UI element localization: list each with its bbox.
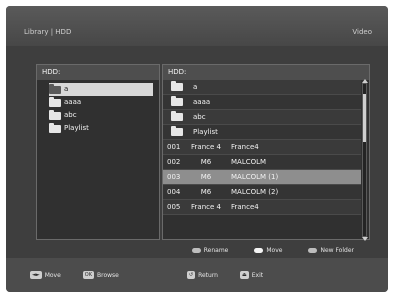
mode-label: Video: [352, 28, 372, 36]
footer-move-label: Move: [44, 271, 61, 279]
folder-tree-title: HDD:: [37, 65, 159, 80]
recording-number: 001: [167, 142, 181, 151]
footer-browse[interactable]: OK Browse: [82, 271, 119, 279]
footer-browse-label: Browse: [97, 271, 119, 279]
list-item[interactable]: a: [163, 80, 361, 95]
rename-hint[interactable]: Rename: [191, 246, 229, 254]
recording-row[interactable]: 004 M6 MALCOLM (2): [163, 185, 361, 200]
move-label: Move: [266, 246, 283, 254]
folder-tree-panel: HDD: a aaaa abc Playlist: [36, 64, 160, 240]
folder-icon: [171, 96, 183, 106]
recording-number: 005: [167, 202, 181, 211]
scroll-down-icon[interactable]: [362, 237, 368, 241]
folder-icon: [49, 122, 61, 133]
color-key-icon: [254, 247, 264, 253]
new-folder-hint[interactable]: New Folder: [308, 247, 354, 254]
footer-legend: ◄► Move OK Browse ↺ Return ⏏ Exit: [6, 258, 388, 292]
tree-item-label: aaaa: [64, 98, 82, 106]
content-list: a aaaa abc Playlist 001 France 4 France4…: [163, 80, 361, 215]
tree-item-label: abc: [64, 111, 77, 119]
tree-item-a[interactable]: a: [49, 83, 153, 96]
exit-icon: ⏏: [240, 271, 249, 279]
recording-title: MALCOLM (2): [231, 187, 279, 196]
dvr-library-screen: Library | HDD Video HDD: a aaaa abc Play…: [6, 6, 388, 292]
footer-return[interactable]: ↺ Return: [186, 271, 218, 279]
recording-number: 002: [167, 157, 181, 166]
content-list-panel: HDD: a aaaa abc Playlist 001 France 4 Fr…: [162, 64, 370, 241]
rename-label: Rename: [203, 246, 229, 254]
recording-row[interactable]: 005 France 4 France4: [163, 200, 361, 215]
recording-title: France4: [231, 202, 259, 211]
new-folder-label: New Folder: [320, 246, 354, 254]
recording-channel: France 4: [191, 142, 221, 151]
recording-number: 004: [167, 187, 181, 196]
color-key-icon: [308, 247, 318, 253]
tree-item-playlist[interactable]: Playlist: [49, 122, 159, 135]
move-hint[interactable]: Move: [254, 247, 282, 254]
scrollbar-thumb[interactable]: [363, 94, 366, 142]
list-scrollbar[interactable]: [362, 79, 368, 241]
recording-number: 003: [167, 172, 181, 181]
header-bar: Library | HDD Video: [6, 6, 388, 46]
recording-row[interactable]: 002 M6 MALCOLM: [163, 155, 361, 170]
folder-icon: [49, 109, 61, 120]
folder-icon: [49, 96, 61, 107]
breadcrumb: Library | HDD: [24, 28, 72, 36]
folder-label: abc: [193, 112, 206, 121]
recording-title: MALCOLM (1): [231, 172, 279, 181]
footer-return-label: Return: [198, 271, 218, 279]
list-item[interactable]: aaaa: [163, 95, 361, 110]
folder-label: a: [193, 82, 198, 91]
footer-exit[interactable]: ⏏ Exit: [240, 271, 263, 279]
return-icon: ↺: [186, 271, 196, 279]
footer-move[interactable]: ◄► Move: [30, 271, 61, 279]
recording-title: France4: [231, 142, 259, 151]
recording-row-selected[interactable]: 003 M6 MALCOLM (1): [163, 170, 361, 185]
list-item[interactable]: abc: [163, 110, 361, 125]
color-key-hints: Rename Move New Folder: [6, 244, 388, 256]
folder-icon: [171, 126, 183, 136]
tree-item-label: Playlist: [64, 124, 89, 132]
ok-icon: OK: [82, 271, 95, 279]
folder-tree: a aaaa abc Playlist: [37, 80, 159, 135]
recording-row[interactable]: 001 France 4 France4: [163, 140, 361, 155]
recording-channel: M6: [200, 187, 212, 196]
footer-exit-label: Exit: [251, 271, 264, 279]
dpad-icon: ◄►: [30, 271, 42, 279]
list-item[interactable]: Playlist: [163, 125, 361, 140]
tree-item-label: a: [64, 85, 69, 93]
folder-label: aaaa: [193, 97, 211, 106]
tree-item-aaaa[interactable]: aaaa: [49, 96, 159, 109]
tree-item-abc[interactable]: abc: [49, 109, 159, 122]
scroll-up-icon[interactable]: [362, 79, 368, 83]
recording-channel: M6: [200, 172, 212, 181]
recording-title: MALCOLM: [231, 157, 267, 166]
folder-icon: [171, 81, 183, 91]
recording-channel: M6: [200, 157, 212, 166]
folder-icon: [171, 111, 183, 121]
folder-icon: [49, 83, 61, 94]
folder-label: Playlist: [193, 127, 218, 136]
content-list-title: HDD:: [163, 65, 369, 80]
color-key-icon: [191, 247, 201, 253]
recording-channel: France 4: [191, 202, 221, 211]
